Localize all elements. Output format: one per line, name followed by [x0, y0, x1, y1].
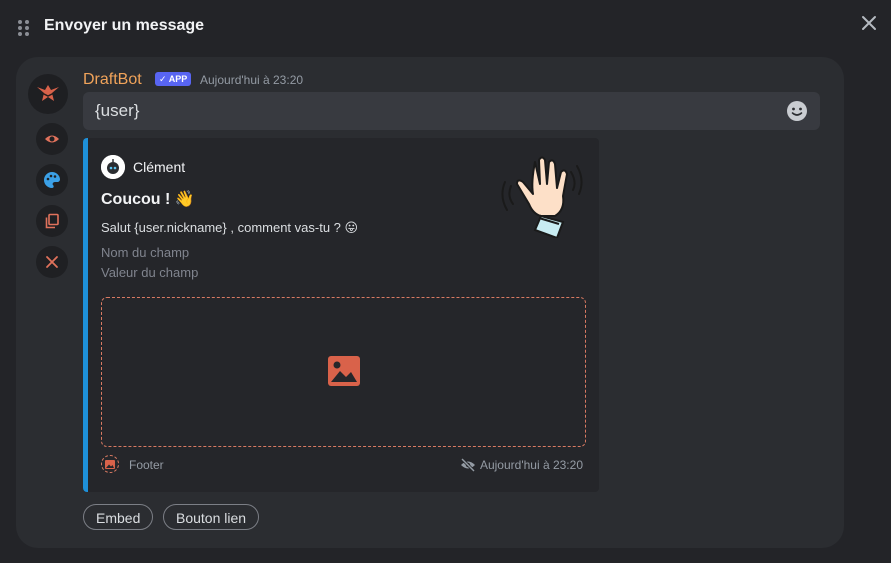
embed-preview[interactable]: Clément Coucou ! 👋 Salut {user.nickname}… [83, 138, 599, 492]
message-content-text: {user} [95, 101, 140, 120]
add-link-button[interactable]: Bouton lien [163, 504, 260, 530]
embed-image-dropzone[interactable] [101, 297, 586, 447]
draftbot-logo-icon [37, 85, 59, 101]
embed-author-avatar [101, 155, 125, 179]
avatar [28, 74, 68, 114]
embed-author-name: Clément [133, 159, 186, 175]
add-embed-button[interactable]: Embed [83, 504, 154, 530]
waving-hand-thumbnail[interactable] [495, 152, 585, 240]
emoji-icon[interactable] [786, 100, 808, 122]
close-icon[interactable] [858, 12, 880, 34]
embed-field-name[interactable]: Nom du champ [101, 245, 189, 260]
eye-icon [45, 135, 59, 143]
embed-color-bar[interactable] [83, 138, 88, 492]
color-picker-button[interactable] [36, 164, 68, 196]
message-timestamp: Aujourd'hui à 23:20 [200, 73, 304, 87]
message-preview-panel: DraftBot ✓ APP Aujourd'hui à 23:20 {user… [16, 57, 844, 548]
footer-timestamp-text: Aujourd'hui à 23:20 [479, 458, 583, 472]
robot-icon [101, 155, 125, 179]
eye-off-icon [460, 458, 476, 472]
palette-icon [44, 171, 60, 188]
embed-footer-timestamp[interactable]: Aujourd'hui à 23:20 [460, 458, 583, 472]
embed-title: Coucou ! 👋 [101, 191, 195, 208]
close-icon [46, 256, 58, 268]
preview-toggle-button[interactable] [36, 123, 68, 155]
drag-handle-icon[interactable] [18, 20, 30, 36]
embed-footer-text[interactable]: Footer [129, 458, 164, 472]
image-icon [328, 356, 360, 386]
modal-title: Envoyer un message [44, 17, 205, 34]
copy-icon [45, 213, 59, 229]
message-content-input[interactable]: {user} [83, 92, 820, 130]
author-name: DraftBot [83, 71, 142, 88]
duplicate-button[interactable] [36, 205, 68, 237]
embed-description: Salut {user.nickname} , comment vas-tu ?… [101, 220, 359, 235]
footer-icon-dropzone[interactable] [101, 455, 119, 473]
app-badge: ✓ APP [155, 72, 192, 86]
modal-header: Envoyer un message [0, 0, 891, 56]
delete-button[interactable] [36, 246, 68, 278]
image-icon [105, 459, 115, 469]
embed-field-value[interactable]: Valeur du champ [101, 265, 198, 280]
